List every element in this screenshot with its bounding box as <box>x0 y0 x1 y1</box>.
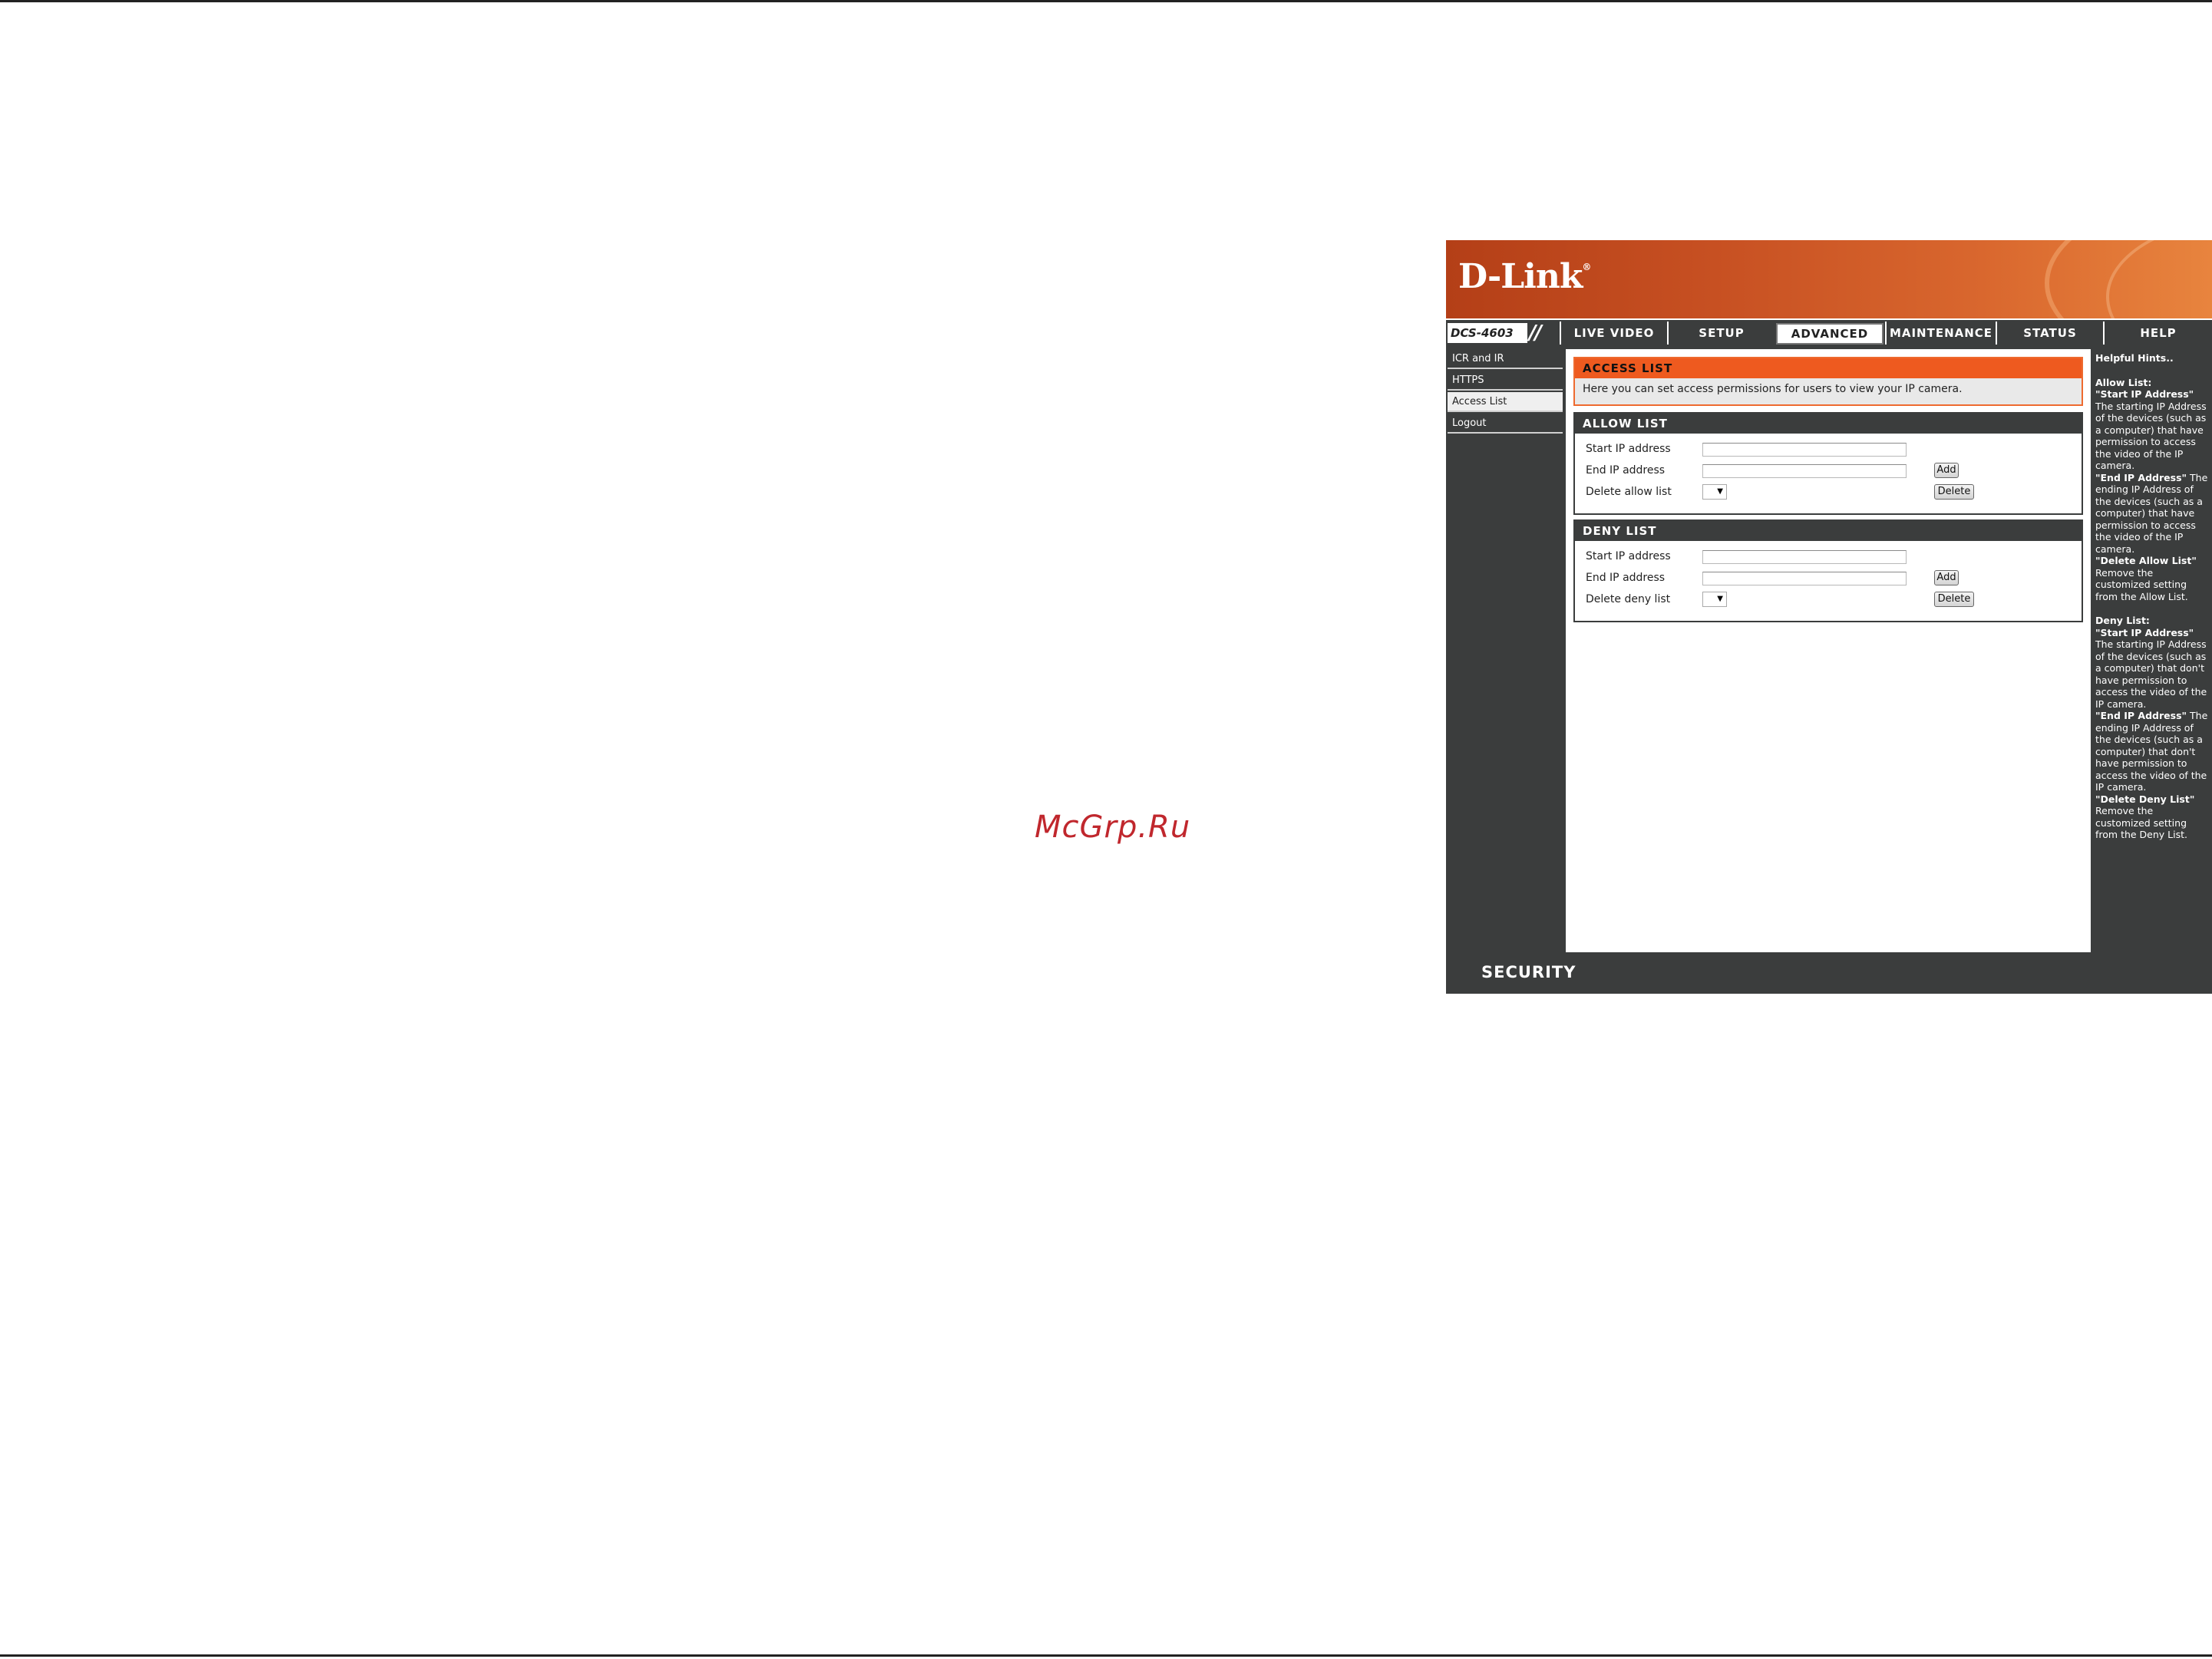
help-panel: Helpful Hints.. Allow List: "Start IP Ad… <box>2091 349 2212 952</box>
tab-advanced[interactable]: ADVANCED <box>1776 323 1884 345</box>
deny-start-label: Start IP address <box>1586 550 1671 562</box>
watermark: McGrp.Ru <box>1035 810 1191 845</box>
model-name: DCS-4603 <box>1448 323 1527 343</box>
deny-add-button[interactable]: Add <box>1934 570 1959 585</box>
access-list-panel: ACCESS LIST Here you can set access perm… <box>1573 357 2083 406</box>
help-deny-delete-text: Remove the customized setting from the D… <box>2095 805 2187 840</box>
access-list-title: ACCESS LIST <box>1575 358 2082 378</box>
help-allow-delete-text: Remove the customized setting from the A… <box>2095 566 2188 602</box>
allow-list-panel: ALLOW LIST Start IP address End IP addre… <box>1573 412 2083 515</box>
help-allow-heading: Allow List: <box>2095 376 2152 388</box>
footer-section-label: SECURITY <box>1481 963 1576 981</box>
tab-setup[interactable]: SETUP <box>1667 322 1775 345</box>
dlink-logo: D-Link® <box>1458 257 1591 296</box>
allow-start-ip-input[interactable] <box>1702 443 1907 457</box>
allow-delete-select[interactable]: ▼ <box>1702 484 1727 500</box>
tab-status[interactable]: STATUS <box>1996 322 2103 345</box>
help-allow-delete-term: "Delete Allow List" <box>2095 555 2197 566</box>
deny-list-panel: DENY LIST Start IP address End IP addres… <box>1573 519 2083 622</box>
sidebar-item-icr-and-ir[interactable]: ICR and IR <box>1448 349 1563 369</box>
trademark: ® <box>1582 262 1591 272</box>
sidebar-item-https[interactable]: HTTPS <box>1448 371 1563 391</box>
tab-maintenance[interactable]: MAINTENANCE <box>1885 322 1996 345</box>
help-deny-heading: Deny List: <box>2095 615 2150 626</box>
chevron-down-icon: ▼ <box>1717 487 1723 496</box>
help-title: Helpful Hints.. <box>2095 352 2174 364</box>
help-allow-start-term: "Start IP Address" <box>2095 388 2194 400</box>
tab-live-video[interactable]: LIVE VIDEO <box>1560 322 1667 345</box>
access-list-description: Here you can set access permissions for … <box>1583 383 1963 395</box>
allow-end-label: End IP address <box>1586 464 1666 477</box>
deny-end-label: End IP address <box>1586 572 1666 584</box>
page-bottom-rule <box>0 1654 2212 1657</box>
header-banner: D-Link® <box>1446 240 2212 318</box>
deny-delete-label: Delete deny list <box>1586 593 1671 605</box>
allow-list-title: ALLOW LIST <box>1575 414 2082 434</box>
sidebar-item-logout[interactable]: Logout <box>1448 414 1563 434</box>
camera-web-ui: D-Link® DCS-4603 // LIVE VIDEO SETUP ADV… <box>1446 240 2212 994</box>
deny-end-ip-input[interactable] <box>1702 572 1907 585</box>
top-nav: DCS-4603 // LIVE VIDEO SETUP ADVANCED MA… <box>1446 318 2212 348</box>
logo-text: D-Link <box>1458 257 1583 296</box>
help-deny-delete-term: "Delete Deny List" <box>2095 793 2195 805</box>
help-deny-end-term: "End IP Address" <box>2095 710 2187 721</box>
deny-start-ip-input[interactable] <box>1702 550 1907 564</box>
allow-delete-label: Delete allow list <box>1586 486 1672 498</box>
chevron-down-icon: ▼ <box>1717 595 1723 603</box>
allow-end-ip-input[interactable] <box>1702 464 1907 478</box>
allow-add-button[interactable]: Add <box>1934 463 1959 478</box>
help-allow-start-text: The starting IP Address of the devices (… <box>2095 400 2207 472</box>
help-deny-start-text: The starting IP Address of the devices (… <box>2095 638 2207 710</box>
main-content: ACCESS LIST Here you can set access perm… <box>1566 349 2091 952</box>
allow-start-label: Start IP address <box>1586 443 1671 455</box>
deny-delete-button[interactable]: Delete <box>1934 592 1974 607</box>
deny-list-title: DENY LIST <box>1575 521 2082 541</box>
sidebar-item-access-list[interactable]: Access List <box>1448 392 1563 412</box>
footer-bar: SECURITY <box>1446 952 2212 994</box>
help-allow-end-text: The ending IP Address of the devices (su… <box>2095 471 2208 555</box>
model-slash-decoration: // <box>1529 322 1542 345</box>
deny-delete-select[interactable]: ▼ <box>1702 592 1727 607</box>
help-deny-start-term: "Start IP Address" <box>2095 626 2194 638</box>
allow-delete-button[interactable]: Delete <box>1934 484 1974 500</box>
page-top-rule <box>0 0 2212 2</box>
help-allow-end-term: "End IP Address" <box>2095 471 2187 483</box>
tab-help[interactable]: HELP <box>2103 322 2212 345</box>
help-deny-end-text: The ending IP Address of the devices (su… <box>2095 710 2208 793</box>
